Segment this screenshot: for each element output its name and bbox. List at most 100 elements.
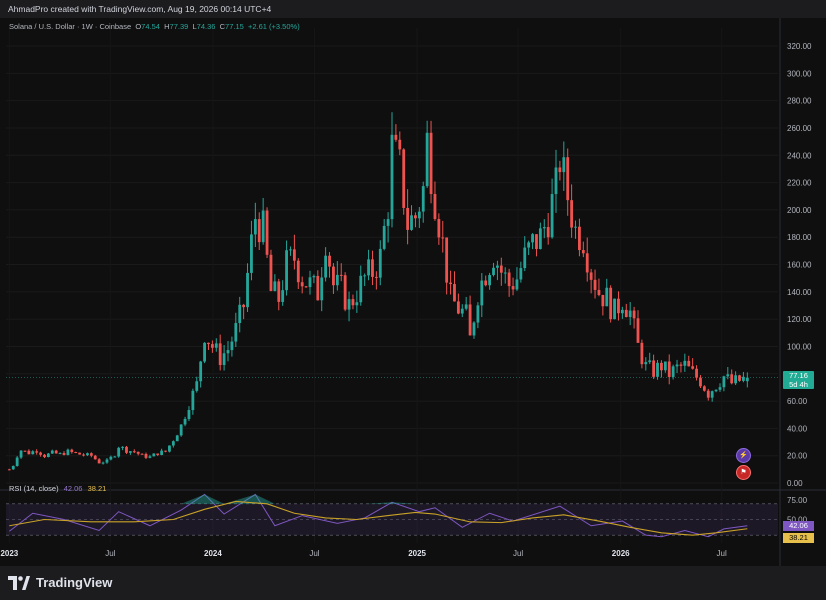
symbol-name: Solana / U.S. Dollar · 1W · Coinbase xyxy=(9,22,132,31)
candle-body xyxy=(7,469,11,471)
candle-body xyxy=(234,323,238,342)
candle-body xyxy=(730,374,734,384)
candle-body xyxy=(581,250,585,254)
time-tick-label: Jul xyxy=(105,549,115,558)
candle-body xyxy=(113,456,117,458)
candle-body xyxy=(332,266,335,286)
price-tick-label: 0.00 xyxy=(787,479,803,488)
candle-body xyxy=(97,459,101,464)
candle-body xyxy=(742,376,745,381)
candle-body xyxy=(43,454,46,458)
candle-body xyxy=(93,455,97,460)
candle-body xyxy=(507,272,511,287)
candle-body xyxy=(78,452,82,455)
candle-body xyxy=(296,260,300,283)
candle-body xyxy=(273,281,277,291)
candle-body xyxy=(11,465,15,470)
candle-body xyxy=(605,287,609,307)
time-tick-label: 2025 xyxy=(408,549,426,558)
candle-body xyxy=(460,308,464,314)
candle-body xyxy=(464,304,468,309)
candle-body xyxy=(308,277,312,288)
rsi-tick-label: 75.00 xyxy=(787,496,808,505)
candle-body xyxy=(347,299,351,310)
candle-body xyxy=(414,215,417,219)
candle-body xyxy=(648,360,652,363)
candle-body xyxy=(27,450,31,455)
candle-body xyxy=(663,361,667,371)
candle-body xyxy=(66,449,70,455)
candle-body xyxy=(394,134,398,140)
candle-body xyxy=(702,386,706,391)
candle-body xyxy=(632,310,636,319)
price-tick-label: 200.00 xyxy=(787,206,812,215)
candle-body xyxy=(589,272,593,280)
price-chart[interactable]: 320.00 300.00 280.00 260.00 240.00 220.00 200.… xyxy=(0,18,826,566)
candle-body xyxy=(117,447,121,457)
candle-body xyxy=(476,305,480,323)
flag-icon[interactable]: ⚑ xyxy=(736,465,751,480)
candle-body xyxy=(456,301,460,314)
candle-body xyxy=(402,149,406,208)
rsi-value-tag: 42.06 xyxy=(783,520,814,531)
candle-body xyxy=(597,289,601,295)
rsi-label: RSI (14, close) xyxy=(9,484,59,493)
candle-body xyxy=(726,374,730,377)
candle-body xyxy=(378,248,382,278)
candle-body xyxy=(683,360,687,366)
candle-body xyxy=(207,342,210,345)
candle-body xyxy=(429,132,433,195)
candle-body xyxy=(285,250,288,291)
candle-body xyxy=(50,450,54,454)
candle-body xyxy=(667,361,671,377)
candle-body xyxy=(15,457,19,466)
candle-body xyxy=(160,450,164,455)
candle-body xyxy=(620,309,624,314)
tradingview-logo[interactable]: TradingView xyxy=(8,575,112,590)
candle-body xyxy=(609,287,613,320)
candle-body xyxy=(101,462,105,464)
candle-body xyxy=(371,259,374,277)
candle-body xyxy=(558,167,562,173)
candle-body xyxy=(574,226,577,228)
candle-body xyxy=(171,441,175,446)
candle-body xyxy=(523,247,527,269)
lightning-icon[interactable]: ⚡ xyxy=(736,448,751,463)
candle-body xyxy=(546,227,550,238)
candle-body xyxy=(613,298,616,320)
candle-body xyxy=(718,387,722,390)
rsi-ma-value: 38.21 xyxy=(87,484,107,493)
candle-body xyxy=(195,381,199,391)
candle-body xyxy=(691,366,695,369)
candle-body xyxy=(312,275,316,278)
candle-body xyxy=(210,344,214,348)
candle-body xyxy=(199,361,203,382)
candle-body xyxy=(492,267,495,276)
candle-body xyxy=(421,186,425,212)
price-tick-label: 300.00 xyxy=(787,69,812,78)
candle-body xyxy=(722,376,726,388)
candle-body xyxy=(660,362,663,371)
candle-body xyxy=(453,284,456,302)
candle-body xyxy=(89,453,93,456)
tradingview-logo-icon xyxy=(8,575,30,590)
candle-body xyxy=(519,268,523,280)
price-tick-label: 120.00 xyxy=(787,315,812,324)
candle-body xyxy=(628,310,632,318)
candle-body xyxy=(679,364,683,366)
candle-body xyxy=(148,456,152,458)
candle-body xyxy=(496,265,499,268)
rsi-overbought-fill xyxy=(9,494,748,504)
candle-body xyxy=(58,453,62,455)
candle-body xyxy=(125,446,128,453)
rsi-ma-value-tag: 38.21 xyxy=(783,532,814,543)
candle-body xyxy=(226,350,230,354)
bar-countdown: 5d 4h xyxy=(789,379,808,389)
candle-body xyxy=(261,210,265,243)
price-tick-label: 260.00 xyxy=(787,124,812,133)
candle-body xyxy=(343,275,347,310)
candle-body xyxy=(46,453,50,458)
price-tick-label: 40.00 xyxy=(787,424,808,433)
candle-body xyxy=(542,227,546,229)
candle-body xyxy=(706,390,710,398)
